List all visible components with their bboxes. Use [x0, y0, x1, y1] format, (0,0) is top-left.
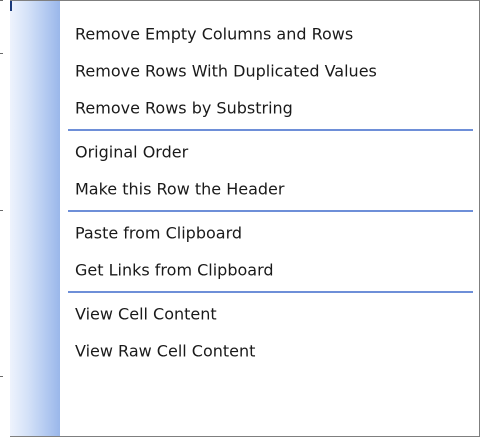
screen: Remove Empty Columns and Rows Remove Row… [0, 0, 481, 438]
underlying-window-edge [0, 0, 10, 438]
menu-item-label: View Cell Content [75, 304, 217, 323]
menu-item-remove-rows-by-substring[interactable]: Remove Rows by Substring [10, 89, 479, 126]
menu-item-view-cell-content[interactable]: View Cell Content [10, 295, 479, 332]
context-menu: Remove Empty Columns and Rows Remove Row… [10, 0, 480, 437]
menu-separator [10, 126, 479, 133]
separator-line [68, 291, 473, 293]
menu-items: Remove Empty Columns and Rows Remove Row… [10, 15, 479, 369]
edge-mark [0, 0, 3, 1]
menu-item-original-order[interactable]: Original Order [10, 133, 479, 170]
menu-item-label: Get Links from Clipboard [75, 260, 274, 279]
menu-item-label: Remove Rows With Duplicated Values [75, 61, 377, 80]
menu-item-label: Make this Row the Header [75, 179, 285, 198]
menu-item-label: Paste from Clipboard [75, 223, 243, 242]
menu-separator [10, 207, 479, 214]
edge-mark [0, 376, 3, 377]
menu-item-label: Remove Empty Columns and Rows [75, 24, 354, 43]
menu-item-remove-rows-with-duplicated-values[interactable]: Remove Rows With Duplicated Values [10, 52, 479, 89]
menu-item-label: View Raw Cell Content [75, 341, 256, 360]
menu-item-remove-empty-columns-and-rows[interactable]: Remove Empty Columns and Rows [10, 15, 479, 52]
menu-item-view-raw-cell-content[interactable]: View Raw Cell Content [10, 332, 479, 369]
menu-item-get-links-from-clipboard[interactable]: Get Links from Clipboard [10, 251, 479, 288]
menu-item-label: Original Order [75, 142, 189, 161]
edge-mark [0, 53, 3, 54]
menu-separator [10, 288, 479, 295]
separator-line [68, 129, 473, 131]
edge-mark [0, 210, 3, 211]
menu-item-label: Remove Rows by Substring [75, 98, 293, 117]
menu-item-make-this-row-the-header[interactable]: Make this Row the Header [10, 170, 479, 207]
menu-item-paste-from-clipboard[interactable]: Paste from Clipboard [10, 214, 479, 251]
separator-line [68, 210, 473, 212]
menu-corner-accent [10, 1, 12, 11]
